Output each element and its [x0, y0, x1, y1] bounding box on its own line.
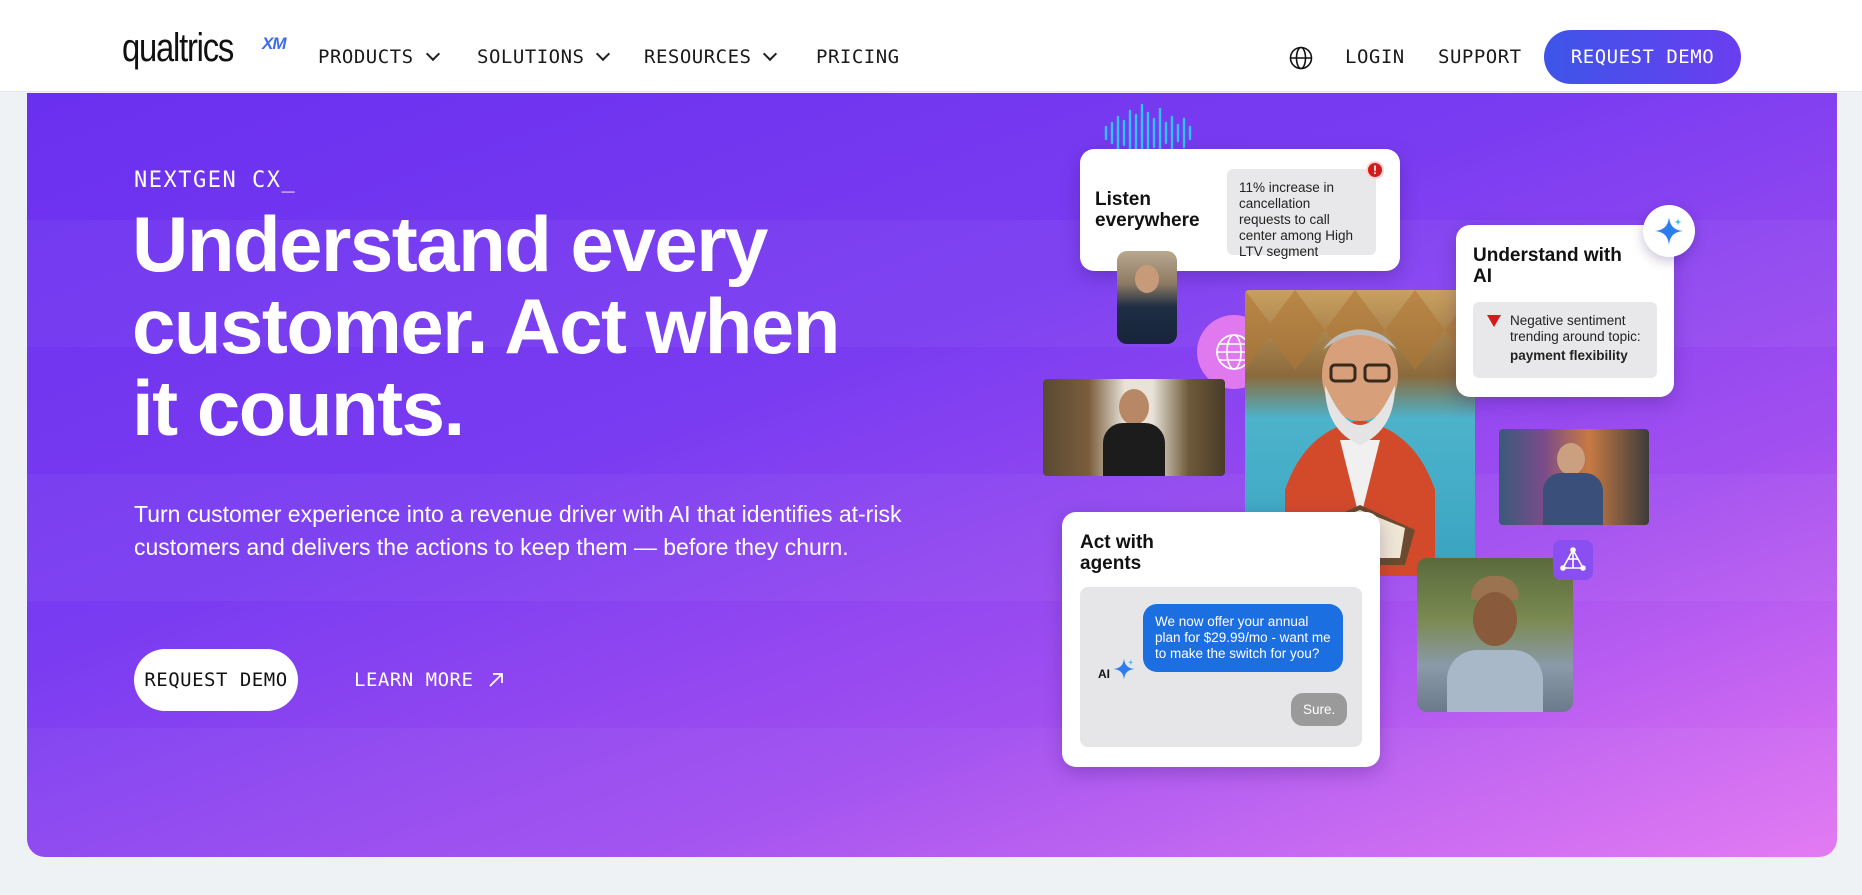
hero-section: NEXTGEN CX_ Understand every customer. A…: [27, 93, 1837, 857]
hero-subtext: Turn customer experience into a revenue …: [134, 501, 902, 560]
sparkle-icon: [1655, 217, 1683, 245]
alert-icon: !: [1366, 161, 1384, 179]
sentiment-topic: payment flexibility: [1510, 348, 1628, 363]
learn-more-link[interactable]: LEARN MORE: [354, 669, 505, 691]
sentiment-insight-text: Negative sentiment trending around topic…: [1510, 313, 1641, 344]
learn-more-label: LEARN MORE: [354, 669, 474, 691]
chat-panel: We now offer your annual plan for $29.99…: [1080, 587, 1362, 747]
qualtrics-logo[interactable]: qualtrics: [122, 28, 234, 68]
nav-pricing-label: PRICING: [816, 46, 900, 68]
login-link[interactable]: LOGIN: [1345, 46, 1405, 68]
agent-message: We now offer your annual plan for $29.99…: [1143, 604, 1343, 672]
act-card-title: Act with agents: [1080, 532, 1154, 574]
nav-products-label: PRODUCTS: [318, 46, 414, 68]
sentiment-insight: Negative sentiment trending around topic…: [1473, 302, 1657, 378]
hero-headline: Understand every customer. Act when it c…: [132, 200, 840, 452]
nav-solutions-label: SOLUTIONS: [477, 46, 585, 68]
arrow-up-right-icon: [489, 673, 504, 687]
customer-reply: Sure.: [1291, 693, 1348, 726]
request-demo-nav-button[interactable]: REQUEST DEMO: [1544, 30, 1741, 84]
xm-logo-mark: XM: [262, 34, 286, 53]
trend-down-icon: [1487, 315, 1501, 327]
nav-pricing[interactable]: PRICING: [816, 46, 900, 68]
request-demo-button[interactable]: REQUEST DEMO: [134, 649, 298, 711]
chevron-down-icon: [763, 46, 778, 62]
hero-eyebrow: NEXTGEN CX_: [134, 168, 297, 193]
ai-label: AI: [1098, 667, 1110, 681]
nav-solutions[interactable]: SOLUTIONS: [477, 46, 611, 68]
act-with-agents-card: Act with agents We now offer your annual…: [1062, 512, 1380, 767]
chevron-down-icon: [596, 46, 611, 62]
agent-network-icon: [1560, 547, 1586, 571]
support-link[interactable]: SUPPORT: [1438, 46, 1522, 68]
nav-resources[interactable]: RESOURCES: [644, 46, 778, 68]
listen-card-title: Listen everywhere: [1095, 189, 1200, 231]
background-band: [27, 728, 1837, 857]
sparkle-icon: [1113, 658, 1135, 680]
ai-sparkle-badge: [1643, 205, 1695, 257]
agent-action-badge: [1553, 540, 1593, 580]
customer-photo-man-with-dog: [1499, 429, 1649, 525]
understand-with-ai-card: Understand with AI Negative sentiment tr…: [1456, 225, 1674, 397]
customer-photo-smiling-woman: [1417, 558, 1573, 712]
call-center-alert: 11% increase in cancellation requests to…: [1227, 169, 1376, 259]
top-navigation: qualtrics XM PRODUCTS SOLUTIONS RESOURCE…: [0, 0, 1862, 92]
understand-card-title: Understand with AI: [1473, 245, 1622, 287]
nav-resources-label: RESOURCES: [644, 46, 752, 68]
nav-products[interactable]: PRODUCTS: [318, 46, 440, 68]
customer-photo-woman-store: [1043, 379, 1225, 476]
customer-photo-older-man: [1117, 251, 1177, 344]
globe-icon[interactable]: [1289, 46, 1313, 70]
chevron-down-icon: [425, 46, 440, 62]
